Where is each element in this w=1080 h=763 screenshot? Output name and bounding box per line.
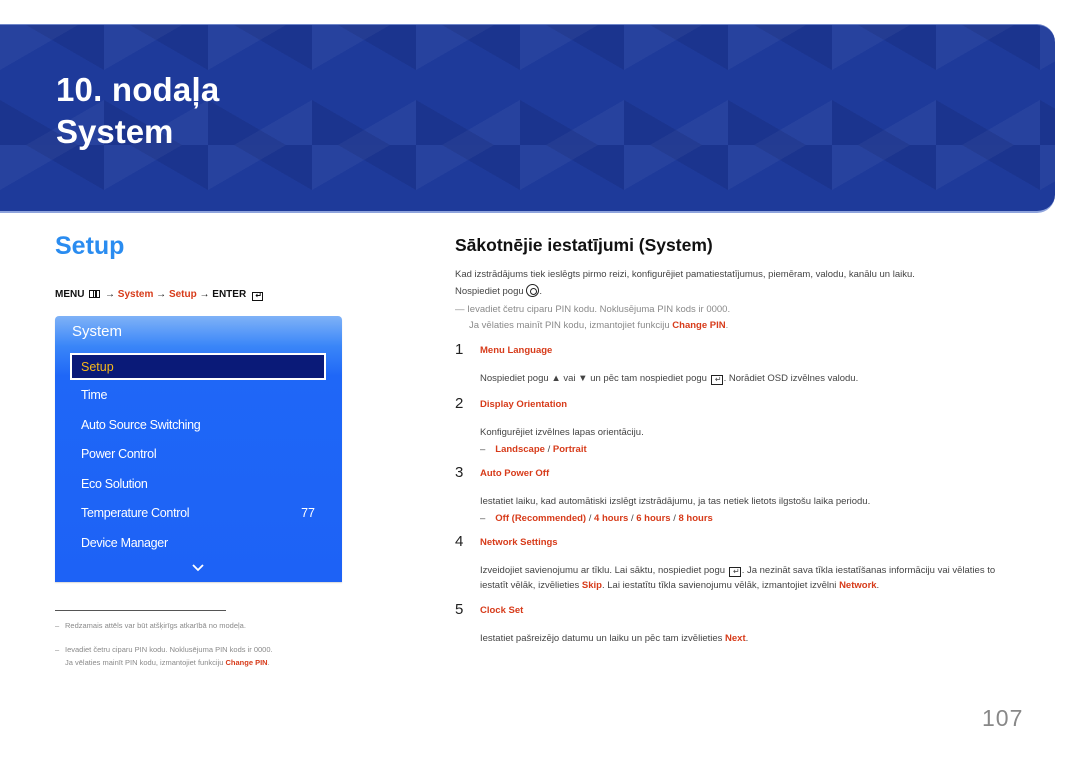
desc-part: .	[745, 633, 749, 644]
up-arrow-icon: ▲	[551, 373, 561, 384]
footnote-text-part: .	[267, 658, 270, 667]
osd-item-auto-source-switching[interactable]: Auto Source Switching	[81, 418, 201, 432]
option-4-hours: 4 hours	[594, 513, 629, 524]
osd-item-setup[interactable]: Setup	[70, 353, 326, 380]
step-title-clock-set: Clock Set	[480, 605, 524, 616]
path-setup: Setup	[168, 289, 197, 300]
enter-icon: ↵	[710, 375, 723, 385]
chapter-number: 10. nodaļa	[56, 71, 220, 108]
footnote-text: Redzamais attēls var būt atšķirīgs atkar…	[65, 621, 246, 630]
desc-part: Nospiediet pogu	[480, 373, 552, 384]
enter-icon: ↵	[728, 567, 741, 577]
osd-item-time[interactable]: Time	[81, 388, 107, 402]
desc-part: iestatīt vēlāk, izvēlieties	[480, 580, 582, 591]
arrow-icon: →	[105, 289, 116, 300]
menu-path: MENU → System → Setup → ENTER ↵	[55, 289, 263, 301]
step-number: 5	[455, 601, 464, 618]
step-description: Izveidojiet savienojumu ar tīklu. Lai sā…	[480, 564, 995, 578]
chapter-banner: 10. nodaļa System	[0, 24, 1055, 213]
osd-system-menu: System Setup Time Auto Source Switching …	[55, 316, 342, 582]
menu-icon	[89, 290, 101, 298]
enter-icon: ↵	[251, 292, 263, 301]
skip-term: Skip	[581, 580, 602, 591]
footnote-text: Ievadiet četru ciparu PIN kodu. Noklusēj…	[65, 645, 273, 654]
temperature-value: 77	[301, 506, 315, 520]
note: — Ievadiet četru ciparu PIN kodu. Noklus…	[455, 303, 730, 317]
option-8-hours: 8 hours	[678, 513, 713, 524]
desc-part: Iestatiet pašreizējo datumu un laiku un …	[480, 633, 726, 644]
step-title-auto-power-off: Auto Power Off	[480, 468, 550, 479]
step-description: Nospiediet pogu ▲ vai ▼ un pēc tam nospi…	[480, 372, 858, 386]
separator: /	[586, 513, 595, 524]
osd-item-temperature-control[interactable]: Temperature Control	[81, 506, 190, 520]
dash-icon: –	[55, 621, 60, 630]
section-title: Sākotnējie iestatījumi (System)	[455, 235, 713, 255]
dash-icon: –	[480, 444, 486, 455]
desc-part: vai	[560, 373, 579, 384]
osd-item-eco-solution[interactable]: Eco Solution	[81, 477, 148, 491]
option-6-hours: 6 hours	[636, 513, 671, 524]
step-description: Iestatiet laiku, kad automātiski izslēgt…	[480, 496, 871, 507]
dash-icon: —	[455, 304, 465, 315]
option-list: – Off (Recommended) / 4 hours / 6 hours /…	[480, 513, 713, 524]
desc-part: .	[876, 580, 880, 591]
step-number: 3	[455, 464, 464, 481]
intro-text-part: .	[539, 286, 542, 297]
step-title-display-orientation: Display Orientation	[480, 399, 568, 410]
dash-icon: –	[55, 645, 60, 654]
step-description: Iestatiet pašreizējo datumu un laiku un …	[480, 632, 748, 646]
step-number: 2	[455, 395, 464, 412]
change-pin-link: Change PIN	[672, 320, 726, 331]
change-pin-link: Change PIN	[225, 658, 268, 667]
osd-title: System	[72, 323, 123, 340]
next-term: Next	[725, 633, 746, 644]
option-list: – Landscape / Portrait	[480, 444, 587, 455]
intro-text: Nospiediet pogu .	[455, 284, 542, 299]
arrow-icon: →	[156, 289, 167, 300]
dash-icon: –	[480, 513, 486, 524]
down-arrow-icon: ▼	[578, 373, 588, 384]
arrow-icon: →	[199, 289, 210, 300]
osd-item-device-manager[interactable]: Device Manager	[81, 536, 168, 550]
note: Ja vēlaties mainīt PIN kodu, izmantojiet…	[469, 319, 728, 333]
footnote: – Ievadiet četru ciparu PIN kodu. Noklus…	[55, 643, 273, 669]
step-number: 4	[455, 533, 464, 550]
path-system: System	[117, 289, 154, 300]
footnote-text: Ja vēlaties mainīt PIN kodu, izmantojiet…	[65, 656, 273, 669]
desc-part: Izveidojiet savienojumu ar tīklu. Lai sā…	[480, 565, 728, 576]
step-title-network-settings: Network Settings	[480, 537, 558, 548]
chevron-down-icon[interactable]	[192, 562, 204, 574]
osd-item-power-control[interactable]: Power Control	[81, 447, 157, 461]
step-title-menu-language: Menu Language	[480, 345, 553, 356]
footnote-divider	[55, 610, 226, 611]
chapter-title: System	[56, 113, 174, 150]
step-description: Konfigurējiet izvēlnes lapas orientāciju…	[480, 427, 644, 438]
separator: /	[544, 444, 553, 455]
desc-part: un pēc tam nospiediet pogu	[587, 373, 710, 384]
desc-part: . Norādiet OSD izvēlnes valodu.	[723, 373, 859, 384]
option-off: Off (Recommended)	[495, 513, 587, 524]
osd-item-label: Setup	[81, 360, 114, 374]
desc-part: . Ja nezināt sava tīkla iestatīšanas inf…	[741, 565, 996, 576]
intro-text: Kad izstrādājums tiek ieslēgts pirmo rei…	[455, 269, 915, 280]
footnote: – Redzamais attēls var būt atšķirīgs atk…	[55, 619, 246, 632]
network-term: Network	[839, 580, 877, 591]
power-button-icon	[526, 284, 540, 297]
option-portrait: Portrait	[552, 444, 587, 455]
path-enter: ENTER	[212, 289, 247, 300]
section-heading: Setup	[55, 232, 125, 260]
path-menu: MENU	[55, 289, 85, 300]
desc-part: . Lai iestatītu tīkla savienojumu vēlāk,…	[601, 580, 840, 591]
intro-text-part: Nospiediet pogu	[455, 286, 527, 297]
footnote-text-part: Ja vēlaties mainīt PIN kodu, izmantojiet…	[65, 658, 226, 667]
option-landscape: Landscape	[495, 444, 545, 455]
note-text: Ievadiet četru ciparu PIN kodu. Noklusēj…	[467, 304, 731, 315]
note-text: Ja vēlaties mainīt PIN kodu, izmantojiet…	[469, 320, 673, 331]
step-number: 1	[455, 341, 464, 358]
page-number: 107	[982, 705, 1024, 731]
note-text: .	[725, 320, 729, 331]
step-description: iestatīt vēlāk, izvēlieties Skip. Lai ie…	[480, 579, 879, 593]
